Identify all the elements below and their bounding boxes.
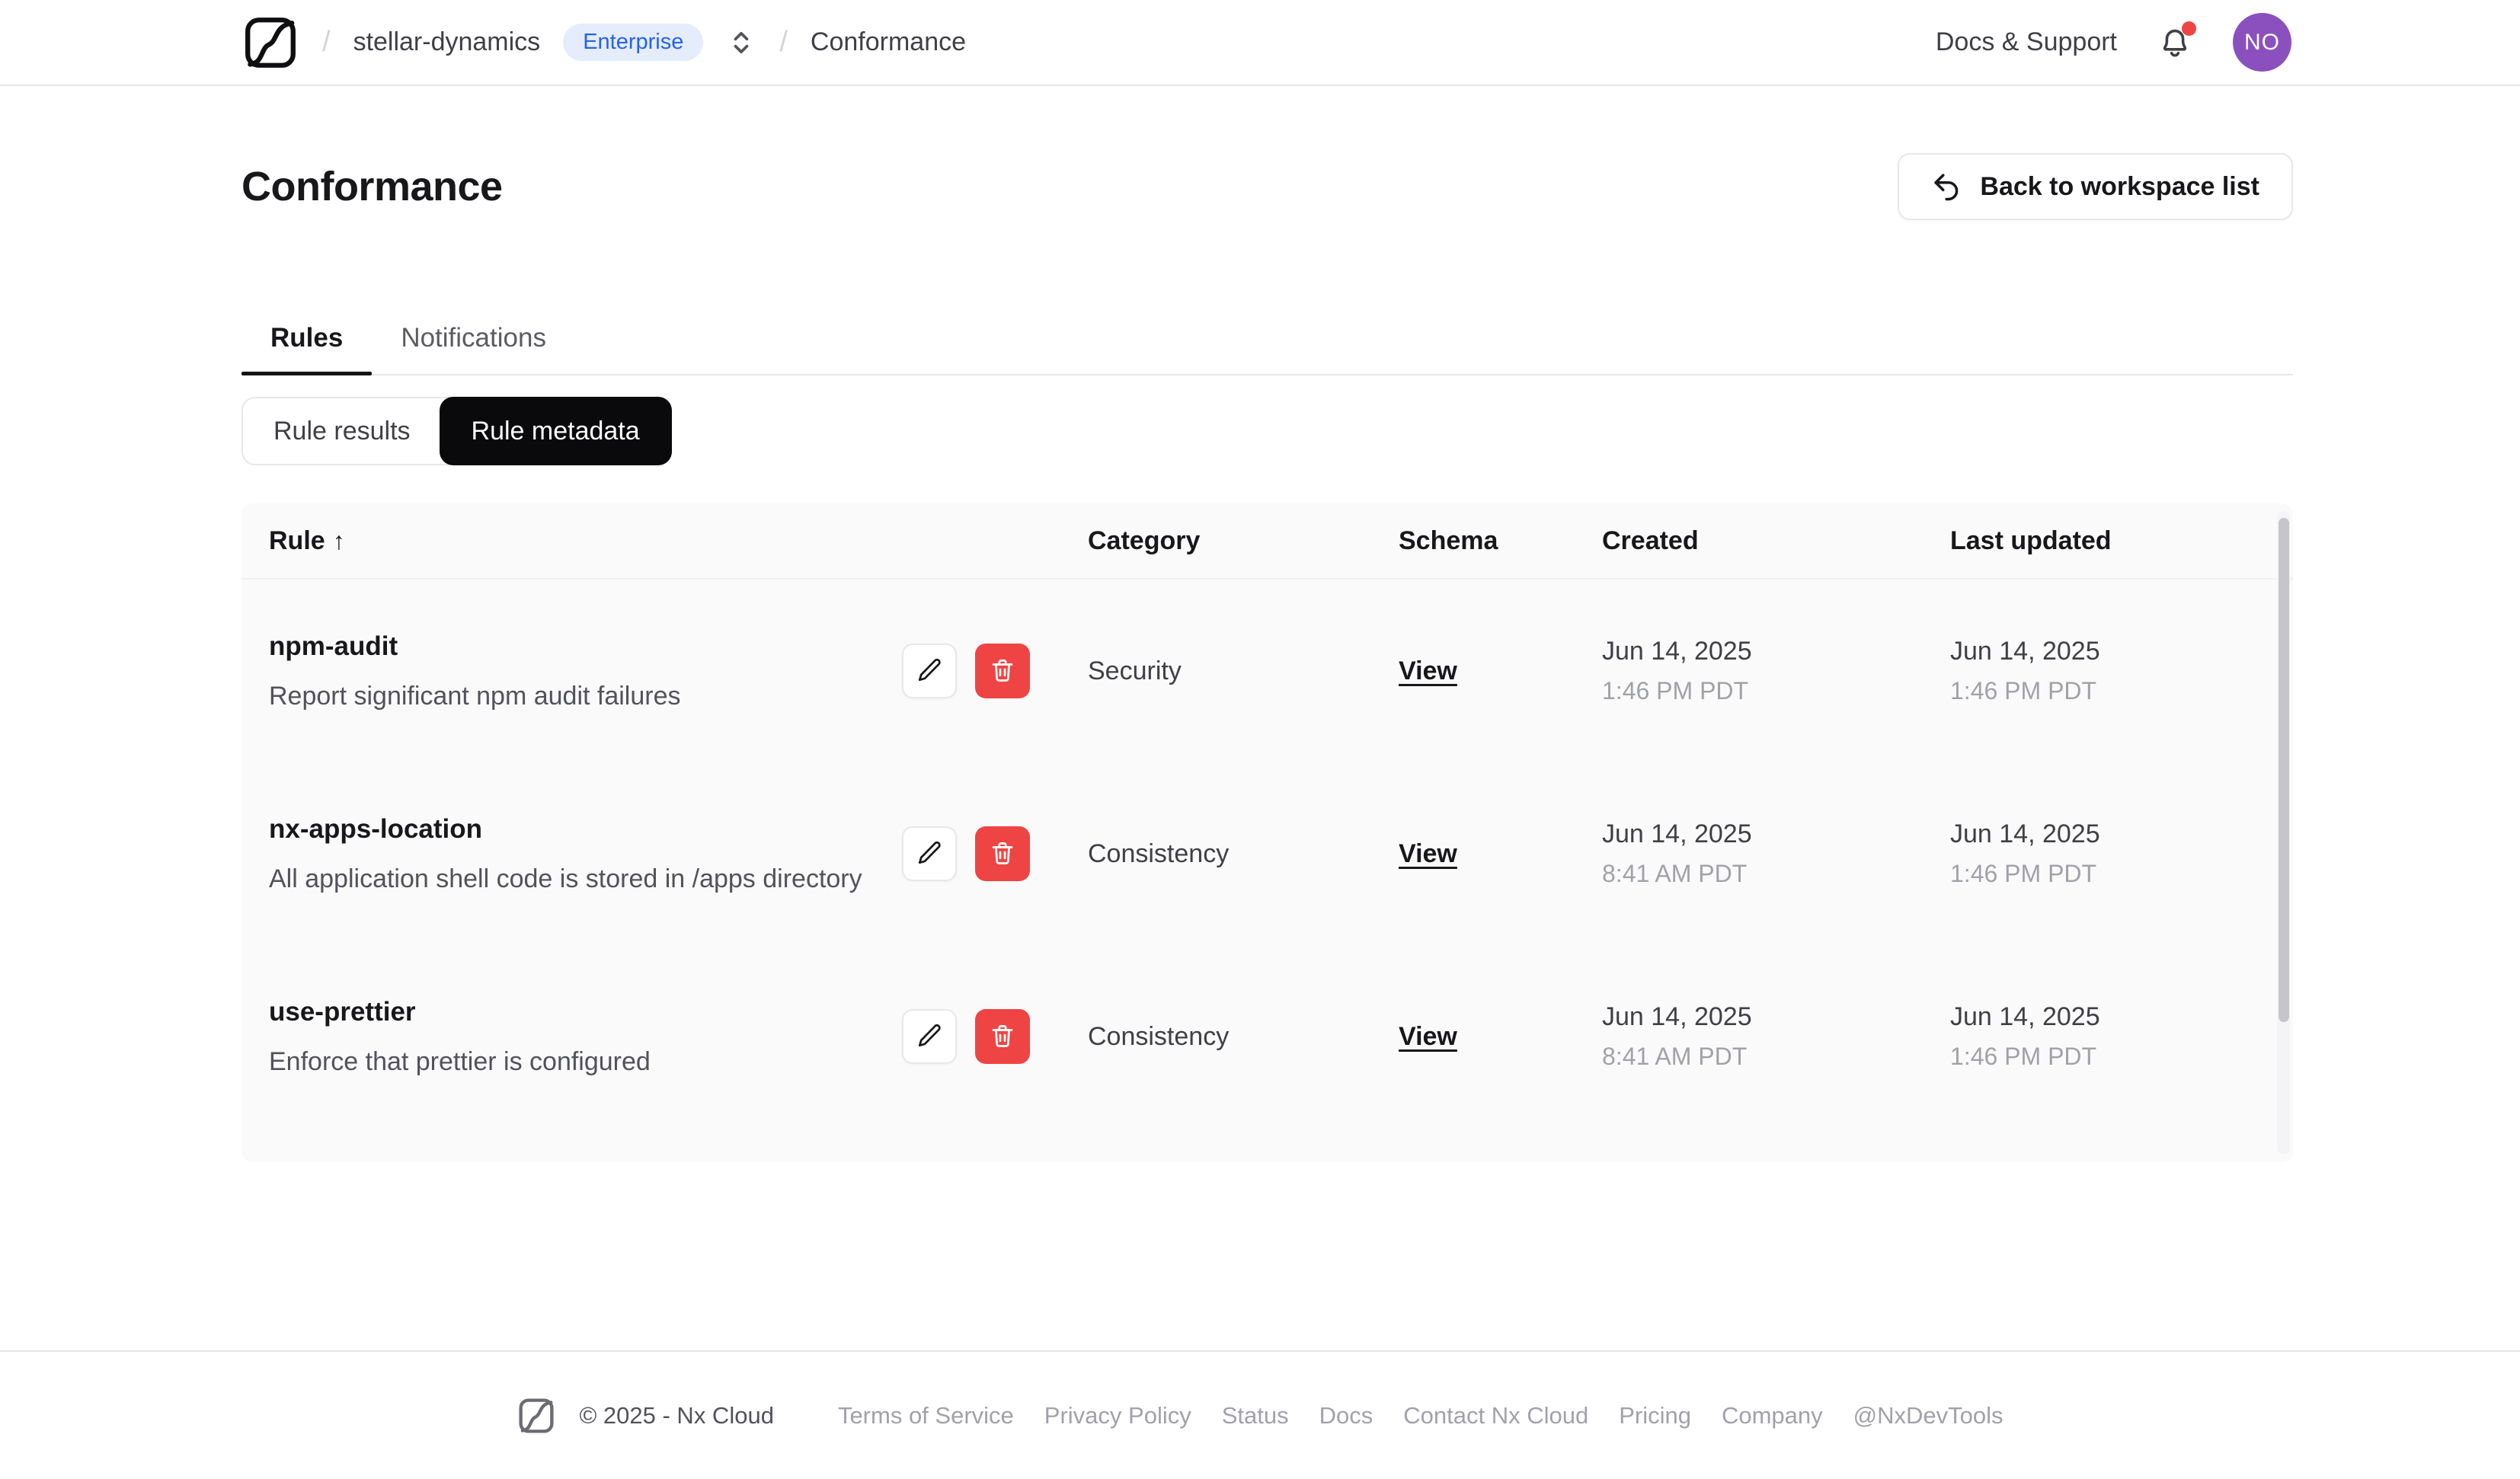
updated-cell: Jun 14, 2025 1:46 PM PDT (1950, 819, 2293, 888)
footer-link-terms[interactable]: Terms of Service (838, 1402, 1014, 1429)
rule-description: All application shell code is stored in … (269, 864, 862, 893)
top-bar-right: Docs & Support NO (1936, 13, 2291, 72)
back-arrow-icon (1931, 171, 1963, 203)
tab-bar: Rules Notifications (241, 322, 2293, 375)
breadcrumb-separator: / (779, 26, 788, 58)
table-scrollbar[interactable] (2277, 511, 2290, 1155)
notifications-bell-icon[interactable] (2157, 21, 2196, 61)
created-date: Jun 14, 2025 (1602, 1002, 1752, 1031)
top-bar: / stellar-dynamics Enterprise / Conforma… (0, 0, 2520, 86)
breadcrumb-separator: / (322, 26, 331, 58)
toggle-rule-metadata[interactable]: Rule metadata (439, 397, 672, 465)
table-header-row: Rule ↑ Category Schema Created Last updat… (241, 503, 2293, 580)
scrollbar-thumb[interactable] (2278, 518, 2289, 1022)
rule-name: nx-apps-location (269, 813, 483, 844)
tab-rules[interactable]: Rules (241, 322, 373, 375)
breadcrumb-workspace[interactable]: stellar-dynamics (353, 27, 541, 57)
row-actions (902, 644, 1030, 698)
footer: © 2025 - Nx Cloud Terms of Service Priva… (0, 1350, 2520, 1479)
toggle-rule-results[interactable]: Rule results (243, 398, 441, 464)
nx-cloud-logo-icon[interactable] (241, 14, 299, 72)
updated-cell: Jun 14, 2025 1:46 PM PDT (1950, 637, 2293, 705)
pencil-icon (916, 1022, 943, 1052)
table-row: npm-audit Report significant npm audit f… (241, 580, 2293, 762)
rule-name: npm-audit (269, 631, 398, 661)
rule-category: Security (1088, 656, 1182, 685)
created-cell: Jun 14, 2025 8:41 AM PDT (1602, 819, 1950, 888)
updated-time: 1:46 PM PDT (1950, 677, 2097, 704)
pencil-icon (916, 656, 943, 686)
page-title: Conformance (241, 164, 503, 209)
footer-links: Terms of Service Privacy Policy Status D… (838, 1402, 2004, 1429)
rule-cell: use-prettier Enforce that prettier is co… (269, 945, 1088, 1128)
main-content: Conformance Back to workspace list Rules… (0, 153, 2520, 1162)
row-actions (902, 826, 1030, 881)
pencil-icon (916, 839, 943, 869)
rules-table: Rule ↑ Category Schema Created Last updat… (241, 503, 2293, 1162)
docs-support-link[interactable]: Docs & Support (1936, 27, 2117, 57)
breadcrumb-page[interactable]: Conformance (811, 27, 966, 57)
back-to-workspace-list-button[interactable]: Back to workspace list (1898, 153, 2293, 220)
footer-link-status[interactable]: Status (1222, 1402, 1289, 1429)
footer-link-pricing[interactable]: Pricing (1619, 1402, 1691, 1429)
column-header-rule[interactable]: Rule ↑ (269, 526, 1088, 556)
created-time: 8:41 AM PDT (1602, 860, 1748, 887)
created-time: 1:46 PM PDT (1602, 677, 1749, 704)
rule-name: use-prettier (269, 996, 416, 1027)
back-button-label: Back to workspace list (1980, 171, 2259, 201)
rule-cell: npm-audit Report significant npm audit f… (269, 580, 1088, 762)
sort-ascending-icon: ↑ (332, 526, 345, 554)
table-row: use-prettier Enforce that prettier is co… (241, 945, 2293, 1128)
column-header-category[interactable]: Category (1088, 526, 1399, 556)
tab-notifications[interactable]: Notifications (372, 322, 575, 374)
created-date: Jun 14, 2025 (1602, 637, 1752, 666)
edit-rule-button[interactable] (902, 826, 957, 881)
created-cell: Jun 14, 2025 8:41 AM PDT (1602, 1002, 1950, 1071)
column-header-created[interactable]: Created (1602, 526, 1950, 556)
delete-rule-button[interactable] (975, 644, 1030, 698)
created-time: 8:41 AM PDT (1602, 1043, 1748, 1070)
column-header-last-updated[interactable]: Last updated (1950, 526, 2293, 556)
rule-category: Consistency (1088, 839, 1230, 868)
avatar[interactable]: NO (2233, 13, 2291, 72)
updated-date: Jun 14, 2025 (1950, 819, 2100, 848)
notification-dot (2182, 21, 2196, 36)
edit-rule-button[interactable] (902, 1009, 957, 1064)
updated-time: 1:46 PM PDT (1950, 1043, 2097, 1070)
created-cell: Jun 14, 2025 1:46 PM PDT (1602, 637, 1950, 705)
schema-view-link[interactable]: View (1399, 656, 1457, 686)
row-actions (902, 1009, 1030, 1064)
rule-description: Report significant npm audit failures (269, 681, 681, 711)
breadcrumb: / stellar-dynamics Enterprise / Conforma… (241, 14, 966, 72)
rule-cell: nx-apps-location All application shell c… (269, 762, 1088, 945)
copyright-text: © 2025 - Nx Cloud (579, 1401, 774, 1429)
updated-cell: Jun 14, 2025 1:46 PM PDT (1950, 1002, 2293, 1071)
updated-date: Jun 14, 2025 (1950, 1002, 2100, 1031)
column-header-schema[interactable]: Schema (1399, 526, 1602, 556)
updated-time: 1:46 PM PDT (1950, 860, 2097, 887)
trash-icon (989, 656, 1016, 686)
trash-icon (989, 839, 1016, 869)
rule-view-toggle: Rule results Rule metadata (241, 397, 672, 465)
trash-icon (989, 1022, 1016, 1052)
footer-link-company[interactable]: Company (1722, 1402, 1823, 1429)
table-row: nx-apps-location All application shell c… (241, 762, 2293, 945)
page-header: Conformance Back to workspace list (241, 153, 2293, 220)
edit-rule-button[interactable] (902, 644, 957, 698)
schema-view-link[interactable]: View (1399, 839, 1457, 869)
footer-link-privacy[interactable]: Privacy Policy (1044, 1402, 1191, 1429)
schema-view-link[interactable]: View (1399, 1022, 1457, 1052)
rule-category: Consistency (1088, 1021, 1230, 1051)
footer-link-docs[interactable]: Docs (1319, 1402, 1374, 1429)
created-date: Jun 14, 2025 (1602, 819, 1752, 848)
rule-description: Enforce that prettier is configured (269, 1046, 651, 1076)
footer-link-contact[interactable]: Contact Nx Cloud (1403, 1402, 1588, 1429)
enterprise-badge: Enterprise (563, 24, 704, 61)
delete-rule-button[interactable] (975, 826, 1030, 881)
workspace-switcher-chevron-icon[interactable] (726, 27, 756, 58)
delete-rule-button[interactable] (975, 1009, 1030, 1064)
nx-cloud-footer-logo-icon (516, 1396, 556, 1436)
updated-date: Jun 14, 2025 (1950, 637, 2100, 666)
footer-link-nxdevtools[interactable]: @NxDevTools (1853, 1402, 2004, 1429)
